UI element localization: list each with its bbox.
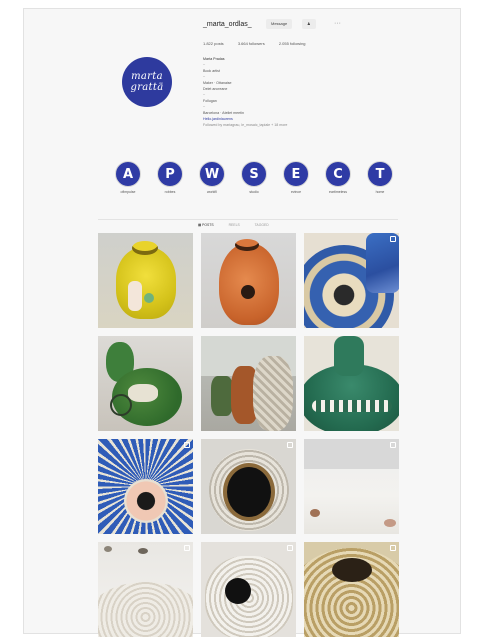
highlight-icon: E (283, 161, 309, 187)
highlight-icon: S (241, 161, 267, 187)
highlight-item[interactable]: S studio (239, 161, 269, 194)
multi-post-icon (287, 545, 293, 551)
highlight-label: eartimeless (329, 190, 347, 194)
highlight-label: ofimpulse (120, 190, 136, 194)
highlight-item[interactable]: T home (365, 161, 395, 194)
profile-stats: 1.822 posts 3.664 followers 2.055 follow… (203, 41, 319, 46)
post-tile[interactable] (98, 542, 193, 637)
multi-post-icon (287, 442, 293, 448)
post-tile[interactable] (201, 233, 296, 328)
followers-count[interactable]: 3.664 followers (238, 41, 265, 46)
story-highlights: A ofimpulse P robbes W workfil S studio … (113, 161, 403, 201)
followed-by[interactable]: Followed by mariagrau, le_mosaic_tapiale… (203, 122, 343, 128)
post-tile[interactable] (98, 336, 193, 431)
highlight-icon: P (157, 161, 183, 187)
posts-count[interactable]: 1.822 posts (203, 41, 224, 46)
multi-post-icon (184, 442, 190, 448)
highlight-item[interactable]: A ofimpulse (113, 161, 143, 194)
highlight-label: home (375, 190, 385, 194)
post-tile[interactable] (304, 542, 399, 637)
highlight-item[interactable]: C eartimeless (323, 161, 353, 194)
highlight-icon: C (325, 161, 351, 187)
post-tile[interactable] (304, 336, 399, 431)
highlight-item[interactable]: P robbes (155, 161, 185, 194)
multi-post-icon (390, 236, 396, 242)
highlight-icon: A (115, 161, 141, 187)
post-tile[interactable] (201, 542, 296, 637)
tab-posts[interactable]: ▦ POSTS (198, 223, 214, 227)
following-count[interactable]: 2.055 following (279, 41, 306, 46)
avatar-text-2: grattä (130, 82, 164, 93)
tab-reels[interactable]: REELS (229, 223, 240, 227)
avatar-text-1: marta (131, 71, 163, 82)
more-options-icon[interactable]: ··· (334, 19, 341, 29)
post-tile[interactable] (98, 233, 193, 328)
post-tile[interactable] (98, 439, 193, 534)
tabs-divider (98, 219, 398, 220)
highlight-label: robbes (164, 190, 176, 194)
profile-tabs: ▦ POSTS REELS TAGGED (198, 223, 283, 227)
multi-post-icon (390, 545, 396, 551)
post-tile[interactable] (304, 233, 399, 328)
follow-icon-button[interactable]: ♟ (302, 19, 316, 29)
highlight-icon: W (199, 161, 225, 187)
highlight-label: workfil (207, 190, 217, 194)
highlight-item[interactable]: W workfil (197, 161, 227, 194)
message-button[interactable]: Message (266, 19, 293, 29)
multi-post-icon (390, 442, 396, 448)
username: _marta_ordlas_ (203, 21, 252, 28)
highlight-label: studio (249, 190, 259, 194)
tab-tagged[interactable]: TAGGED (255, 223, 269, 227)
highlight-label: evince (290, 190, 302, 194)
avatar[interactable]: marta grattä (122, 57, 172, 107)
highlight-item[interactable]: E evince (281, 161, 311, 194)
highlight-icon: T (367, 161, 393, 187)
multi-post-icon (184, 545, 190, 551)
post-tile[interactable] (304, 439, 399, 534)
bio: Marta Pradas ·· Book artist ·· Maker · O… (203, 56, 343, 128)
post-tile[interactable] (201, 439, 296, 534)
post-tile[interactable] (201, 336, 296, 431)
